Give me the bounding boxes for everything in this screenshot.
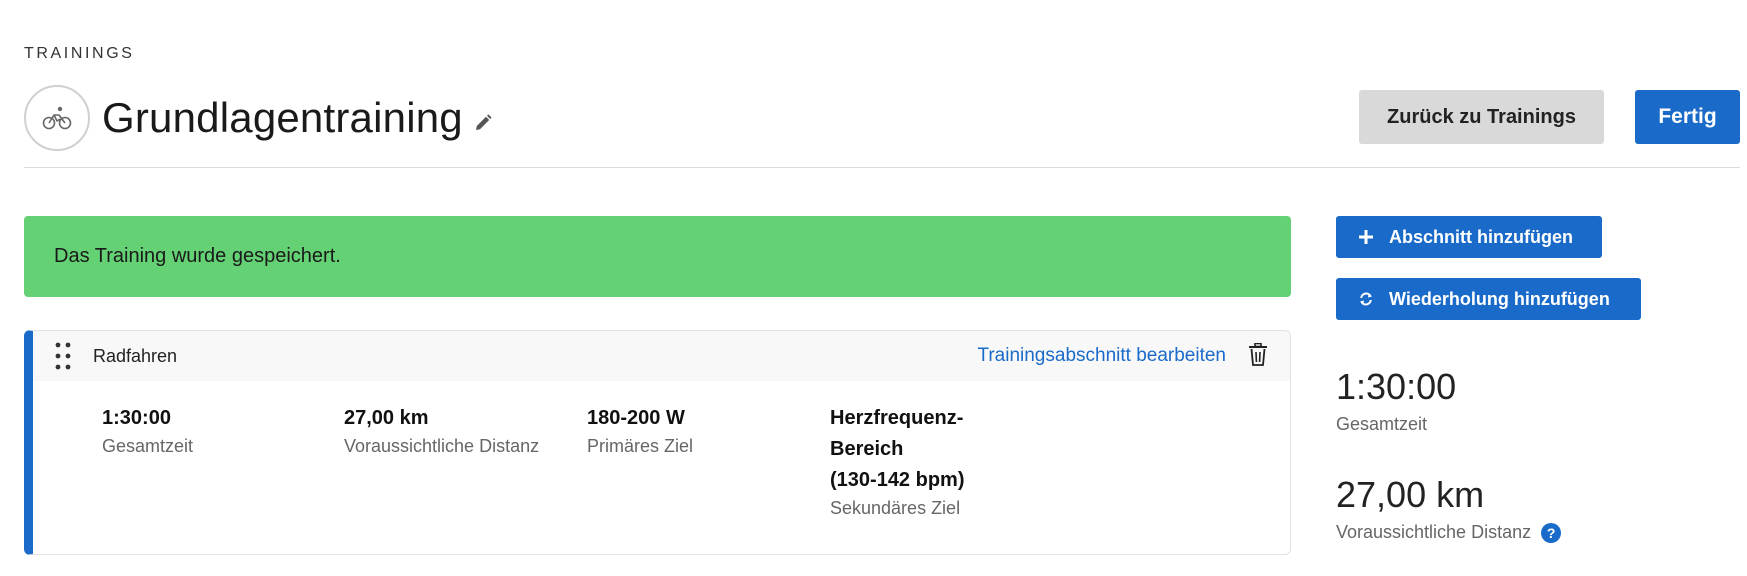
repeat-icon [1359,292,1373,306]
add-repeat-button[interactable]: Wiederholung hinzufügen [1336,278,1641,320]
page-header: Grundlagentraining [24,84,493,152]
step-header: Radfahren Trainingsabschnitt bearbeiten [33,331,1290,381]
metric-value-line: (130-142 bpm) [830,469,965,491]
step-metric-distance: 27,00 km Voraussichtliche Distanz [344,403,539,457]
metric-value-line: Bereich [830,438,904,460]
summary-value: 1:30:00 [1336,366,1457,407]
summary-distance: 27,00 km Voraussichtliche Distanz ? [1336,474,1562,543]
metric-value-line: Herzfrequenz- [830,407,964,429]
step-metric-secondary-target: Herzfrequenz- Bereich (130-142 bpm) Seku… [830,403,1020,519]
metric-label: Sekundäres Ziel [830,498,961,518]
add-step-button[interactable]: Abschnitt hinzufügen [1336,216,1602,258]
plus-icon [1359,230,1373,244]
summary-label: Voraussichtliche Distanz ? [1336,522,1562,543]
metric-value: 1:30:00 [102,407,171,429]
summary-label: Gesamtzeit [1336,414,1456,435]
add-step-label: Abschnitt hinzufügen [1389,226,1573,247]
breadcrumb[interactable]: TRAININGS [24,45,135,63]
summary-label-text: Voraussichtliche Distanz [1336,522,1532,542]
metric-label: Primäres Ziel [587,436,694,456]
metric-value: 27,00 km [344,407,429,429]
step-name: Radfahren [93,345,178,366]
trash-icon[interactable] [1248,343,1268,366]
header-divider [24,167,1740,168]
summary-value: 27,00 km [1336,474,1485,515]
help-icon[interactable]: ? [1541,522,1562,543]
step-metric-primary-target: 180-200 W Primäres Ziel [587,403,693,457]
cycling-icon [24,85,90,151]
metric-label: Gesamtzeit [102,436,194,456]
add-repeat-label: Wiederholung hinzufügen [1389,288,1610,309]
drag-handle-icon[interactable] [54,342,72,370]
step-metric-duration: 1:30:00 Gesamtzeit [102,403,193,457]
pencil-icon[interactable] [473,113,493,133]
metric-label: Voraussichtliche Distanz [344,436,540,456]
back-to-trainings-button[interactable]: Zurück zu Trainings [1359,90,1604,144]
edit-step-link[interactable]: Trainingsabschnitt bearbeiten [977,345,1226,367]
alert-message: Das Training wurde gespeichert. [54,245,341,267]
summary-label-text: Gesamtzeit [1336,414,1428,434]
page-title: Grundlagentraining [102,94,463,141]
workout-step-card: Radfahren Trainingsabschnitt bearbeiten … [24,330,1291,555]
done-button[interactable]: Fertig [1635,90,1740,144]
success-alert: Das Training wurde gespeichert. [24,216,1291,297]
metric-value: 180-200 W [587,407,685,429]
summary-total-time: 1:30:00 Gesamtzeit [1336,366,1456,435]
